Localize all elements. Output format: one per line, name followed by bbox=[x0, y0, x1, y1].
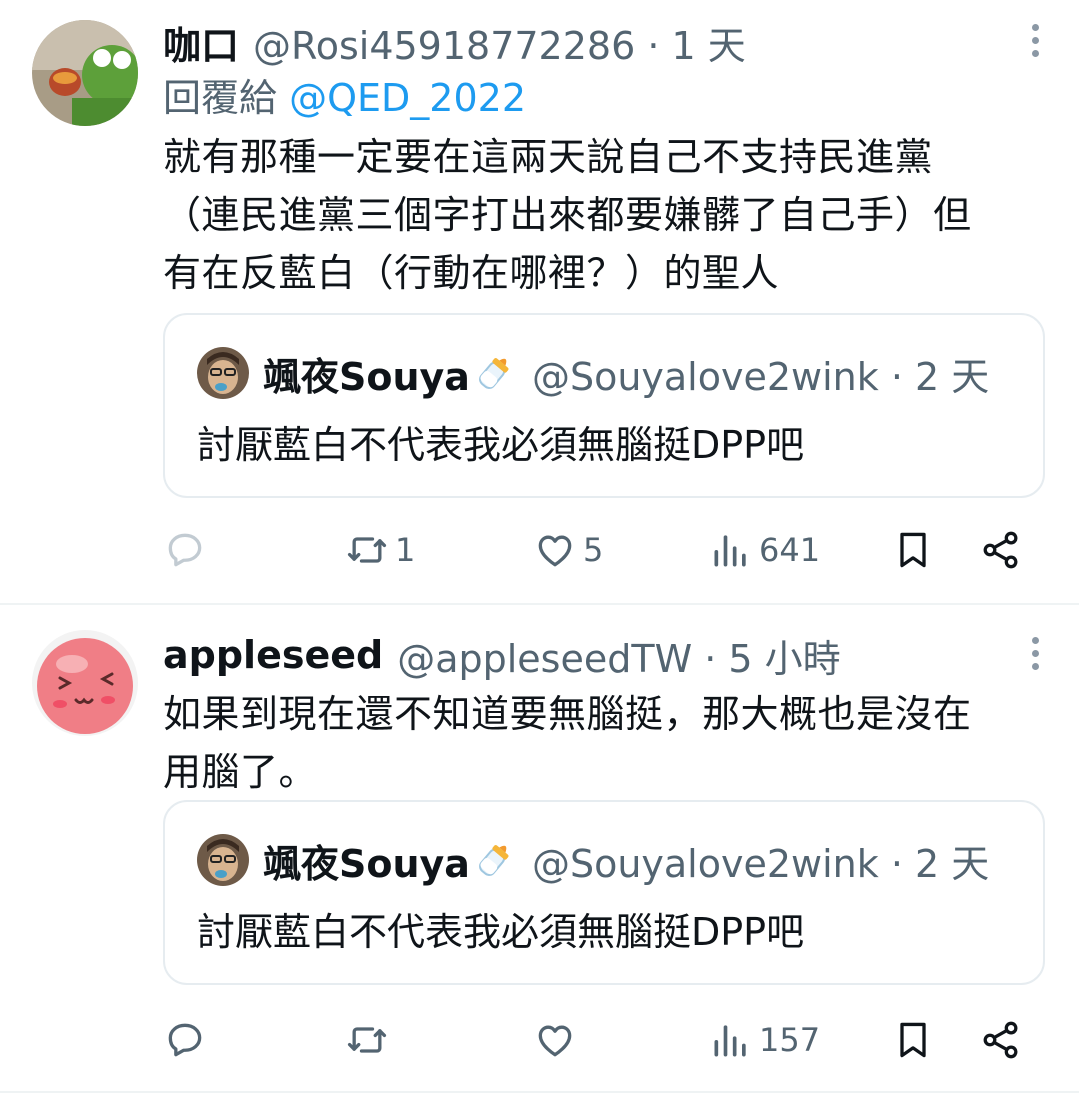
tweet-body: appleseed @appleseedTW · 5 小時 如果到現在還不知道要… bbox=[163, 627, 1049, 801]
share-icon bbox=[983, 531, 1018, 569]
tweet-text: 如果到現在還不知道要無腦挺，那大概也是沒在 用腦了。 bbox=[163, 685, 1049, 801]
like-count: 5 bbox=[583, 531, 604, 569]
more-icon[interactable] bbox=[1029, 24, 1041, 60]
share-button[interactable] bbox=[979, 1010, 1023, 1070]
views-count: 641 bbox=[759, 531, 821, 569]
views-button[interactable]: 157 bbox=[709, 1010, 820, 1070]
views-icon bbox=[714, 1025, 746, 1057]
reply-prefix: 回覆給 bbox=[163, 76, 278, 120]
avatar[interactable] bbox=[32, 630, 138, 736]
author-name[interactable]: appleseed bbox=[163, 633, 383, 677]
reply-icon bbox=[168, 1023, 202, 1057]
tweet-header: 咖口 @Rosi45918772286 · 1 天 bbox=[163, 14, 1049, 70]
tweet[interactable]: 咖口 @Rosi45918772286 · 1 天 回覆給 @QED_2022 … bbox=[0, 0, 1079, 605]
more-icon[interactable] bbox=[1029, 637, 1041, 673]
bookmark-button[interactable] bbox=[891, 520, 935, 580]
quoted-author-handle: @Souyalove2wink · 2 天 bbox=[531, 841, 990, 886]
bookmark-icon bbox=[900, 1022, 926, 1058]
quoted-author-name: 颯夜Souya bbox=[263, 354, 470, 399]
author-handle[interactable]: @Rosi45918772286 · 1 天 bbox=[253, 15, 746, 70]
quoted-tweet-header: 颯夜Souya @Souyalove2wink · 2 天 bbox=[197, 832, 989, 888]
tweet-actions: 1 5 641 bbox=[163, 520, 1043, 580]
retweet-button[interactable] bbox=[345, 1010, 395, 1070]
tweet-text: 就有那種一定要在這兩天說自己不支持民進黨 （連民進黨三個字打出來都要嫌髒了自己手… bbox=[163, 128, 1049, 302]
retweet-icon bbox=[347, 537, 387, 563]
views-icon bbox=[714, 535, 746, 567]
tweet-text-line: 用腦了。 bbox=[163, 750, 318, 794]
tweet-text-line: （連民進黨三個字打出來都要嫌髒了自己手）但 bbox=[163, 193, 972, 237]
quoted-tweet-text: 討厭藍白不代表我必須無腦挺DPP吧 bbox=[197, 423, 805, 467]
views-count: 157 bbox=[759, 1021, 821, 1059]
reply-icon bbox=[168, 533, 202, 567]
baby-bottle-icon bbox=[472, 838, 516, 882]
tweet-text-line: 有在反藍白（行動在哪裡？）的聖人 bbox=[163, 251, 780, 295]
tweet-text-line: 如果到現在還不知道要無腦挺，那大概也是沒在 bbox=[163, 692, 972, 736]
reply-button[interactable] bbox=[163, 520, 213, 580]
bookmark-button[interactable] bbox=[891, 1010, 935, 1070]
quoted-avatar bbox=[197, 347, 249, 399]
retweet-icon bbox=[347, 1027, 387, 1053]
avatar[interactable] bbox=[32, 20, 138, 126]
reply-button[interactable] bbox=[163, 1010, 213, 1070]
views-button[interactable]: 641 bbox=[709, 520, 820, 580]
tweet-text-line: 就有那種一定要在這兩天說自己不支持民進黨 bbox=[163, 135, 934, 179]
reply-context: 回覆給 @QED_2022 bbox=[163, 70, 1049, 126]
share-icon bbox=[983, 1021, 1018, 1059]
share-button[interactable] bbox=[979, 520, 1023, 580]
quoted-author-name: 颯夜Souya bbox=[263, 841, 470, 886]
quoted-author-handle: @Souyalove2wink · 2 天 bbox=[531, 354, 990, 399]
like-button[interactable]: 5 bbox=[533, 520, 603, 580]
tweet-body: 咖口 @Rosi45918772286 · 1 天 回覆給 @QED_2022 … bbox=[163, 14, 1049, 302]
bookmark-icon bbox=[900, 532, 926, 568]
baby-bottle-icon bbox=[472, 351, 516, 395]
like-icon bbox=[538, 535, 572, 567]
quoted-avatar bbox=[197, 834, 249, 886]
tweet-header: appleseed @appleseedTW · 5 小時 bbox=[163, 627, 1049, 683]
quoted-tweet-text: 討厭藍白不代表我必須無腦挺DPP吧 bbox=[197, 910, 805, 954]
tweet-actions: 157 bbox=[163, 1010, 1043, 1070]
like-icon bbox=[538, 1025, 572, 1057]
reply-mention-link[interactable]: @QED_2022 bbox=[289, 76, 526, 120]
quoted-tweet-header: 颯夜Souya @Souyalove2wink · 2 天 bbox=[197, 345, 989, 401]
author-name[interactable]: 咖口 bbox=[163, 15, 239, 70]
quoted-tweet[interactable]: 颯夜Souya @Souyalove2wink · 2 天 討厭藍白不代表我必須… bbox=[163, 313, 1045, 498]
author-handle[interactable]: @appleseedTW · 5 小時 bbox=[397, 628, 840, 683]
retweet-button[interactable]: 1 bbox=[345, 520, 415, 580]
like-button[interactable] bbox=[533, 1010, 583, 1070]
quoted-tweet[interactable]: 颯夜Souya @Souyalove2wink · 2 天 討厭藍白不代表我必須… bbox=[163, 800, 1045, 985]
tweet[interactable]: appleseed @appleseedTW · 5 小時 如果到現在還不知道要… bbox=[0, 605, 1079, 1093]
retweet-count: 1 bbox=[395, 531, 416, 569]
